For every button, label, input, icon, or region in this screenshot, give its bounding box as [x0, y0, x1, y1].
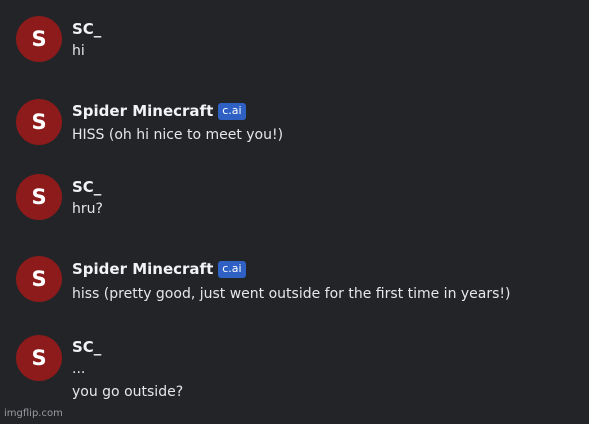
avatar[interactable]: S: [16, 99, 62, 145]
character-ai-badge: c.ai: [218, 260, 246, 278]
author-name[interactable]: Spider Minecraft: [72, 260, 213, 278]
author-name[interactable]: SC_: [72, 20, 101, 38]
imgflip-watermark: imgflip.com: [4, 408, 63, 419]
message-text: HISS (oh hi nice to meet you!): [72, 127, 284, 143]
character-ai-badge: c.ai: [218, 102, 246, 120]
message-text: hi: [72, 43, 85, 59]
message-text: hiss (pretty good, just went outside for…: [72, 286, 511, 302]
message-text: hru?: [72, 201, 103, 217]
avatar[interactable]: S: [16, 174, 62, 220]
message-text: ...: [72, 361, 86, 377]
chat-log: S SC_ hi S Spider Minecraft c.ai HISS (o…: [0, 0, 589, 424]
author-name[interactable]: Spider Minecraft: [72, 102, 213, 120]
avatar[interactable]: S: [16, 256, 62, 302]
avatar[interactable]: S: [16, 16, 62, 62]
avatar[interactable]: S: [16, 335, 62, 381]
author-name[interactable]: SC_: [72, 338, 101, 356]
message-text: you go outside?: [72, 384, 184, 400]
author-name[interactable]: SC_: [72, 178, 101, 196]
